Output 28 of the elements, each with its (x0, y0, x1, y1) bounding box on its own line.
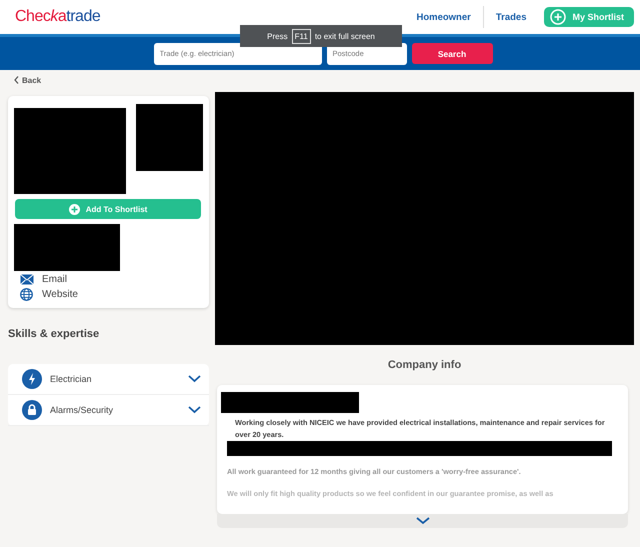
notice-text: to exit full screen (314, 32, 375, 40)
section-title: Skills & expertise (8, 328, 100, 340)
notice-text: Press (267, 32, 288, 40)
contact-link[interactable]: Website (42, 288, 78, 300)
skill-row[interactable]: Alarms/Security (8, 395, 209, 426)
chevron-down-icon (416, 517, 430, 525)
nav-link[interactable]: Trades (484, 12, 538, 22)
redaction-block (136, 104, 203, 171)
lightning-icon (22, 369, 42, 389)
plus-circle-icon (68, 204, 80, 214)
skill-label: Alarms/Security (50, 405, 114, 415)
section-title: Company info (386, 359, 462, 371)
back-link[interactable]: Back (14, 76, 42, 84)
globe-icon (20, 288, 33, 300)
skill-label: Electrician (50, 374, 93, 384)
plus-circle-icon (550, 9, 566, 25)
padlock-icon (22, 400, 42, 420)
chevron-left-icon (14, 76, 19, 84)
contact-link[interactable]: Email (42, 274, 68, 284)
expand-bar[interactable] (217, 514, 628, 528)
chevron-down-icon (188, 406, 201, 414)
search-button[interactable]: Search (412, 43, 492, 64)
logo[interactable]: Checkatrade (15, 8, 100, 26)
chevron-down-icon (188, 375, 201, 383)
skill-row[interactable]: Electrician (8, 364, 209, 395)
key-label: F11 (292, 28, 311, 44)
envelope-icon (20, 274, 34, 284)
nav-link[interactable]: Homeowner (404, 12, 483, 22)
